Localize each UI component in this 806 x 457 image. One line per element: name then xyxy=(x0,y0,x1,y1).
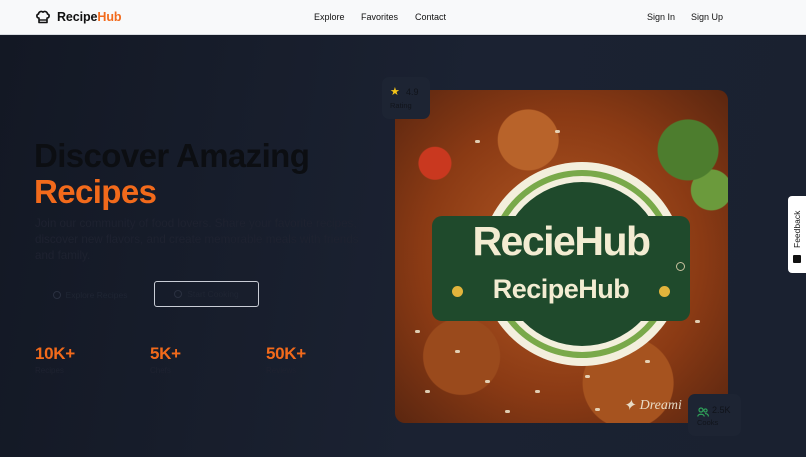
headline-line-2: Recipes xyxy=(34,173,157,210)
registered-mark-icon xyxy=(676,262,685,271)
emblem-subtitle: RecipeHub xyxy=(492,274,630,304)
feedback-label: Feedback xyxy=(792,210,802,248)
nav-link-explore[interactable]: Explore xyxy=(314,12,345,22)
stat-label: Chefs xyxy=(150,366,171,375)
brand-logo[interactable]: RecipeHub xyxy=(35,8,122,26)
explore-recipes-label: Explore Recipes xyxy=(65,289,128,300)
search-icon xyxy=(52,290,61,299)
stat-chefs: 5K+ Chefs xyxy=(150,344,181,375)
brand-name: RecipeHub xyxy=(57,10,122,24)
sign-up-link[interactable]: Sign Up xyxy=(691,12,723,22)
emblem-title: RecieHub xyxy=(472,218,651,264)
recipehub-emblem: RecieHub RecipeHub xyxy=(432,162,692,366)
stat-value: 10K+ xyxy=(35,344,75,363)
nav-link-contact[interactable]: Contact xyxy=(415,12,446,22)
rating-label: Rating xyxy=(390,101,412,110)
feedback-tab[interactable]: Feedback xyxy=(788,196,806,273)
cooks-label: Cooks xyxy=(697,418,719,427)
chef-hat-icon xyxy=(35,9,51,25)
nav-link-favorites[interactable]: Favorites xyxy=(361,12,398,22)
cooks-value: 2.5K xyxy=(712,405,731,415)
feedback-icon xyxy=(793,255,801,263)
hero-subtext: Join our community of food lovers. Share… xyxy=(35,217,359,262)
rating-badge: ★ 4.9 Rating xyxy=(382,77,430,119)
chef-hat-icon xyxy=(174,290,183,298)
start-cooking-button[interactable]: Start Cooking xyxy=(154,281,259,307)
stat-reviews: 50K+ Reviews xyxy=(266,344,306,375)
stat-value: 50K+ xyxy=(266,344,306,363)
star-icon: ★ xyxy=(390,86,400,98)
stat-recipes: 10K+ Recipes xyxy=(35,344,75,375)
hero-food-image: RecieHub RecipeHub ✦ Dreami xyxy=(395,90,728,423)
sign-in-link[interactable]: Sign In xyxy=(647,12,675,22)
headline-line-1: Discover Amazing xyxy=(34,137,310,174)
explore-recipes-button[interactable]: Explore Recipes xyxy=(45,282,135,307)
hero-headline: Discover Amazing Recipes xyxy=(34,137,310,210)
stat-value: 5K+ xyxy=(150,344,181,363)
stat-label: Reviews xyxy=(266,366,297,375)
rating-value: 4.9 xyxy=(406,87,419,97)
image-watermark: ✦ Dreami xyxy=(623,397,682,415)
top-navbar: RecipeHub Explore Favorites Contact Sign… xyxy=(0,0,806,35)
cooks-badge: 2.5K Cooks xyxy=(688,394,741,436)
star-icon: ✦ xyxy=(623,398,636,414)
stat-label: Recipes xyxy=(35,366,64,375)
start-cooking-label: Start Cooking xyxy=(187,289,239,299)
